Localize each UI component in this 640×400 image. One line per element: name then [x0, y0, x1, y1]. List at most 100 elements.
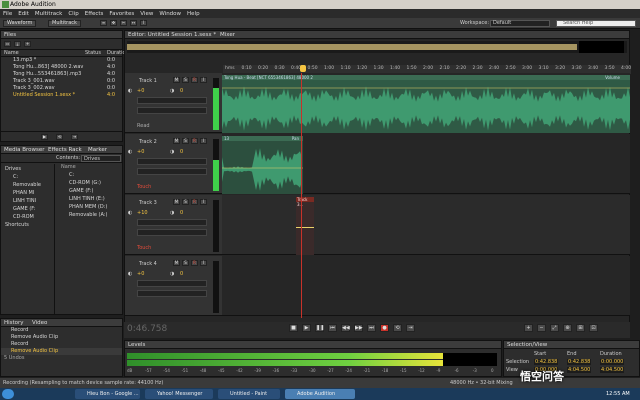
task-item-paint[interactable]: Untitled - Paint	[218, 389, 280, 399]
sel-start[interactable]: 0:42.838	[534, 359, 559, 365]
zoom-selection-icon[interactable]: ⊕	[563, 324, 572, 332]
zoom-in-icon[interactable]: +	[524, 324, 533, 332]
file-row[interactable]: Track 3_002.wav 0:0	[1, 85, 122, 92]
forward-icon[interactable]: ▶▶	[354, 324, 363, 332]
sel-end[interactable]: 0:42.838	[567, 359, 592, 365]
history-tab-1[interactable]: Video	[32, 319, 47, 327]
monitor-button[interactable]: I	[200, 138, 207, 144]
task-item-audition[interactable]: Adobe Audition	[285, 389, 355, 399]
clip-track2[interactable]: 13 Pan	[222, 136, 303, 194]
menu-file[interactable]: File	[3, 11, 12, 17]
zoom-full-icon[interactable]: ⤢	[550, 324, 559, 332]
sel-end[interactable]: 4:04.500	[567, 367, 592, 373]
mute-button[interactable]: M	[173, 77, 180, 83]
spectral-icon[interactable]: ≡	[100, 20, 107, 26]
arm-record-button[interactable]: R	[191, 138, 198, 144]
tree-item[interactable]: LINH TINI	[1, 198, 54, 205]
monitor-button[interactable]: I	[200, 260, 207, 266]
arm-record-button[interactable]: R	[191, 199, 198, 205]
track-pan[interactable]: 0	[180, 88, 183, 94]
sel-dur[interactable]: 4:04.500	[600, 367, 625, 373]
tree-item[interactable]: PHAN MI	[1, 190, 54, 197]
history-item[interactable]: Record	[1, 327, 122, 334]
loop-icon[interactable]: ⟲	[393, 324, 402, 332]
stop-icon[interactable]: ■	[289, 324, 298, 332]
file-row[interactable]: Untitled Session 1.sesx * 4:0	[1, 92, 122, 99]
record-icon[interactable]: ●	[380, 324, 389, 332]
task-item-messenger[interactable]: Yahoo! Messenger	[145, 389, 213, 399]
track-pan[interactable]: 0	[180, 271, 183, 277]
open-file-icon[interactable]: ▭	[4, 41, 11, 47]
mute-button[interactable]: M	[173, 138, 180, 144]
track-volume[interactable]: +0	[137, 149, 144, 155]
history-tab-0[interactable]: History	[4, 319, 24, 327]
menu-favorites[interactable]: Favorites	[109, 11, 134, 17]
tree-item[interactable]: Drives	[1, 166, 54, 173]
menu-effects[interactable]: Effects	[85, 11, 104, 17]
track-header-2[interactable]: Track 2 M S R I +0 0 ◐ ◑ Touch	[125, 134, 222, 194]
drive-item[interactable]: LINH TINH (E:)	[57, 196, 122, 203]
tree-item[interactable]: C:	[1, 174, 54, 181]
output-select[interactable]	[137, 168, 207, 175]
track-pan[interactable]: 0	[180, 210, 183, 216]
track-pan[interactable]: 0	[180, 149, 183, 155]
workspace-select[interactable]: Default	[490, 20, 550, 27]
mute-button[interactable]: M	[173, 199, 180, 205]
col-name[interactable]: Name	[4, 50, 19, 56]
input-select[interactable]	[137, 158, 207, 165]
task-item-browser[interactable]: Hieu Bon - Google ...	[75, 389, 140, 399]
file-row[interactable]: Tong Hu...863] 48000 2.wav 4:0	[1, 64, 122, 71]
output-select[interactable]	[137, 290, 207, 297]
time-selection-icon[interactable]: I	[140, 20, 147, 26]
tree-item[interactable]: Removable	[1, 182, 54, 189]
new-file-icon[interactable]: +	[24, 41, 31, 47]
output-select[interactable]	[137, 229, 207, 236]
automation-mode[interactable]: Touch	[137, 184, 151, 190]
menu-view[interactable]: View	[140, 11, 153, 17]
contents-select[interactable]: Drives	[81, 155, 121, 162]
media-tab-2[interactable]: Marker	[88, 146, 107, 154]
zoom-out-icon[interactable]: −	[537, 324, 546, 332]
drive-item[interactable]: PHAN MEM (D:)	[57, 204, 122, 211]
solo-button[interactable]: S	[182, 260, 189, 266]
track-header-1[interactable]: Track 1 M S R I +0 0 ◐ ◑ Read	[125, 73, 222, 133]
track-volume[interactable]: +10	[137, 210, 148, 216]
input-select[interactable]	[137, 219, 207, 226]
drive-item[interactable]: Removable (A:)	[57, 212, 122, 219]
overview-range[interactable]	[127, 44, 577, 50]
media-tab-1[interactable]: Effects Rack	[48, 146, 82, 154]
multitrack-button[interactable]: Multitrack	[48, 20, 81, 27]
insert-icon[interactable]: ⇥	[71, 134, 78, 140]
go-start-icon[interactable]: ⏮	[328, 324, 337, 332]
rewind-icon[interactable]: ◀◀	[341, 324, 350, 332]
menu-help[interactable]: Help	[187, 11, 200, 17]
skip-icon[interactable]: ⇥	[406, 324, 415, 332]
track-volume[interactable]: +0	[137, 271, 144, 277]
monitor-button[interactable]: I	[200, 77, 207, 83]
sel-dur[interactable]: 0:00.000	[600, 359, 625, 365]
solo-button[interactable]: S	[182, 77, 189, 83]
solo-button[interactable]: S	[182, 138, 189, 144]
go-end-icon[interactable]: ⏭	[367, 324, 376, 332]
menu-clip[interactable]: Clip	[68, 11, 78, 17]
zoom-reset-icon[interactable]: ⊡	[589, 324, 598, 332]
move-tool-icon[interactable]: ✥	[110, 20, 117, 26]
import-icon[interactable]: ⤓	[14, 41, 21, 47]
mixer-tab[interactable]: Mixer	[220, 31, 235, 39]
media-tab-0[interactable]: Media Browser	[4, 146, 45, 154]
track-name[interactable]: Track 3	[139, 200, 157, 206]
track-header-3[interactable]: Track 3 M S R I +10 0 ◐ ◑ Touch	[125, 195, 222, 255]
automation-mode[interactable]: Touch	[137, 245, 151, 251]
clip-track1[interactable]: Tong Hua - Beat [NCT 6553461863] 48000 2…	[222, 75, 630, 133]
automation-mode[interactable]: Read	[137, 123, 150, 129]
loop-preview-icon[interactable]: ⟲	[56, 134, 63, 140]
razor-tool-icon[interactable]: ✂	[120, 20, 127, 26]
file-row[interactable]: Tong Hu...553461863).mp3 4:0	[1, 71, 122, 78]
drive-item[interactable]: GAME (F:)	[57, 188, 122, 195]
play-icon[interactable]: ▶	[302, 324, 311, 332]
solo-button[interactable]: S	[182, 199, 189, 205]
menu-window[interactable]: Window	[159, 11, 181, 17]
tree-item[interactable]: CD-ROM	[1, 214, 54, 221]
overview-bar[interactable]	[127, 41, 627, 53]
input-select[interactable]	[137, 280, 207, 287]
